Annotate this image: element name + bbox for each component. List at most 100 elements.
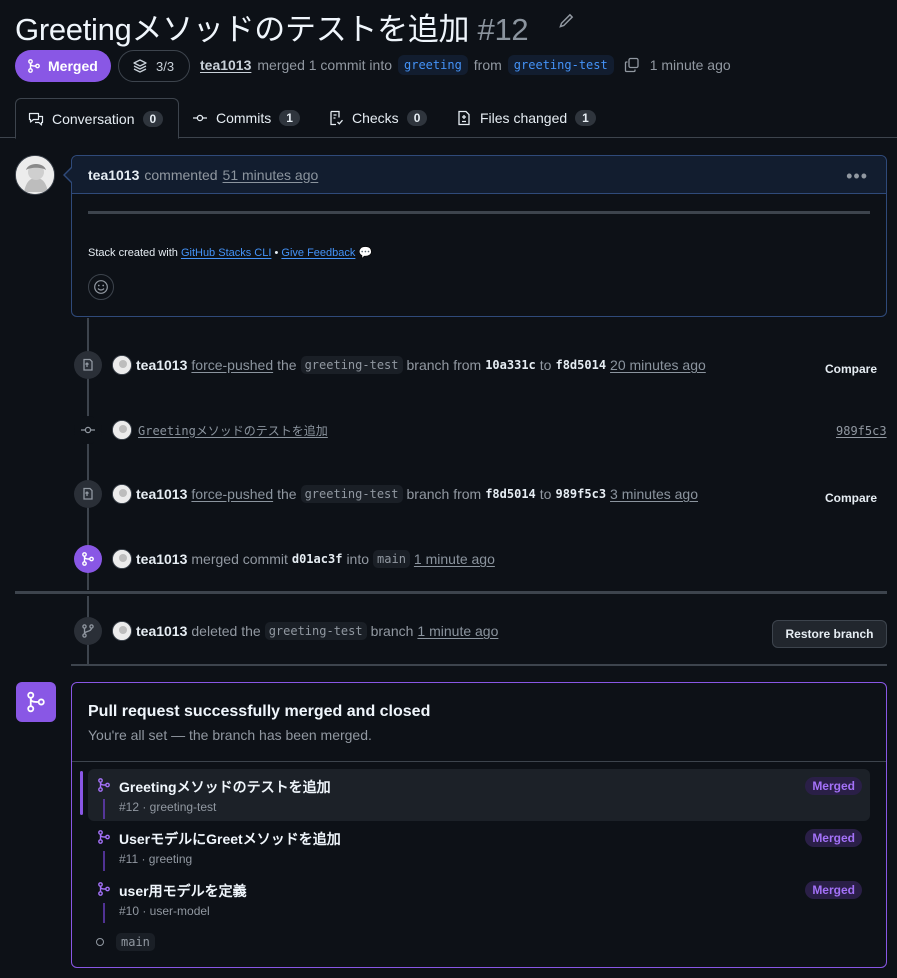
event-time[interactable]: 1 minute ago	[417, 623, 498, 639]
merge-sha[interactable]: d01ac3f	[292, 552, 343, 566]
tab-conversation[interactable]: Conversation 0	[15, 98, 179, 139]
event-author[interactable]: tea1013	[136, 551, 187, 567]
stack-item-sub: #11 · greeting	[119, 852, 193, 866]
merge-title: Pull request successfully merged and clo…	[88, 703, 431, 720]
head-branch[interactable]: greeting-test	[507, 55, 614, 75]
merge-icon	[98, 882, 110, 896]
the-text: the	[277, 486, 297, 502]
mini-avatar[interactable]	[112, 420, 132, 440]
branch-name[interactable]: greeting-test	[300, 485, 403, 503]
tab-files-changed-label: Files changed	[480, 110, 568, 126]
smiley-icon	[94, 280, 108, 294]
restore-branch-button[interactable]: Restore branch	[772, 620, 887, 648]
merge-time: 1 minute ago	[649, 57, 731, 73]
timeline-divider	[15, 591, 887, 594]
base-dot-icon	[96, 938, 104, 946]
add-reaction-button[interactable]	[88, 274, 114, 300]
merge-status-icon	[16, 682, 56, 722]
event-time[interactable]: 1 minute ago	[414, 551, 495, 567]
tab-files-changed[interactable]: Files changed 1	[444, 98, 608, 138]
base-branch-tag[interactable]: main	[116, 933, 155, 951]
mini-avatar[interactable]	[112, 549, 132, 569]
pencil-icon[interactable]	[557, 12, 575, 30]
comment-header: tea1013 commented 51 minutes ago •••	[72, 156, 886, 194]
merged-badge: Merged	[805, 881, 862, 899]
force-push-icon	[74, 480, 102, 508]
speech-bubble-icon: 💬	[358, 247, 373, 259]
event-author[interactable]: tea1013	[136, 486, 187, 502]
timeline-force-push-2: tea1013 force-pushed the greeting-test b…	[112, 484, 698, 504]
commit-message-link[interactable]: Greetingメソッドのテストを追加	[138, 422, 328, 439]
merge-icon	[98, 830, 110, 844]
tab-files-changed-count: 1	[575, 110, 596, 126]
stack-connector	[103, 799, 105, 819]
to-sha[interactable]: f8d5014	[555, 358, 606, 372]
comment-time[interactable]: 51 minutes ago	[223, 167, 319, 183]
base-branch[interactable]: greeting	[398, 55, 468, 75]
comment-author[interactable]: tea1013	[88, 167, 139, 183]
pr-number: #12	[477, 12, 529, 47]
stack-item-title[interactable]: Greetingメソッドのテストを追加	[119, 777, 331, 797]
kebab-menu-icon[interactable]: •••	[846, 166, 868, 187]
stack-connector	[103, 851, 105, 871]
comment-box: tea1013 commented 51 minutes ago ••• Sta…	[71, 155, 887, 317]
stack-item-sub: #10 · user-model	[119, 904, 210, 918]
mini-avatar[interactable]	[112, 484, 132, 504]
from-sha[interactable]: 10a331c	[485, 358, 536, 372]
branch-name[interactable]: greeting-test	[264, 622, 367, 640]
mini-avatar[interactable]	[112, 355, 132, 375]
compare-button[interactable]: Compare	[825, 491, 877, 505]
stack-item-sub: #12 · greeting-test	[119, 800, 217, 814]
tab-conversation-label: Conversation	[52, 110, 135, 127]
stack-item-title[interactable]: user用モデルを定義	[119, 881, 247, 901]
mini-avatar[interactable]	[112, 621, 132, 641]
avatar[interactable]	[15, 155, 55, 195]
comment-discussion-icon	[28, 112, 44, 126]
merged-commit-text: merged commit	[191, 551, 288, 567]
tab-commits[interactable]: Commits 1	[180, 98, 312, 138]
force-pushed-link[interactable]: force-pushed	[191, 357, 273, 373]
stack-item-current[interactable]: Greetingメソッドのテストを追加 #12 · greeting-test …	[80, 769, 870, 821]
page-title: Greetingメソッドのテストを追加 #12	[15, 4, 529, 49]
branch-name[interactable]: main	[373, 550, 410, 568]
commit-sha-link[interactable]: 989f5c3	[836, 424, 887, 438]
tab-commits-count: 1	[279, 110, 300, 126]
merged-badge: Merged	[805, 829, 862, 847]
stack-item[interactable]: UserモデルにGreetメソッドを追加 #11 · greeting Merg…	[88, 821, 870, 873]
commit-icon	[74, 416, 102, 444]
stack-selector[interactable]: 3/3	[118, 50, 190, 82]
stack-item-title[interactable]: UserモデルにGreetメソッドを追加	[119, 829, 341, 849]
event-author[interactable]: tea1013	[136, 357, 187, 373]
event-time[interactable]: 3 minutes ago	[610, 486, 698, 502]
avatar-image	[16, 156, 54, 194]
git-branch-icon	[74, 617, 102, 645]
stack-icon	[133, 59, 147, 73]
merged-label: Merged	[48, 58, 98, 74]
checklist-icon	[330, 110, 343, 126]
merge-icon	[98, 778, 110, 792]
merge-icon	[74, 545, 102, 573]
force-pushed-link[interactable]: force-pushed	[191, 486, 273, 502]
branch-from-text: branch from	[406, 486, 482, 502]
stack-connector	[103, 903, 105, 923]
copy-icon[interactable]	[624, 57, 640, 73]
event-time[interactable]: 20 minutes ago	[610, 357, 706, 373]
to-sha[interactable]: 989f5c3	[555, 487, 606, 501]
stack-note: Stack created with GitHub Stacks CLI • G…	[88, 246, 372, 259]
comment-caret-inner	[65, 168, 72, 182]
author-link[interactable]: tea1013	[200, 57, 251, 73]
merge-icon	[28, 59, 40, 73]
feedback-link[interactable]: Give Feedback	[281, 247, 355, 259]
stacks-cli-link[interactable]: GitHub Stacks CLI	[181, 247, 271, 259]
event-author[interactable]: tea1013	[136, 623, 187, 639]
tab-checks[interactable]: Checks 0	[316, 98, 439, 138]
comment-divider	[88, 211, 870, 214]
timeline-commit: Greetingメソッドのテストを追加	[112, 420, 328, 440]
comment-action: commented	[144, 166, 218, 183]
stack-count: 3/3	[156, 58, 175, 74]
from-sha[interactable]: f8d5014	[485, 487, 536, 501]
compare-button[interactable]: Compare	[825, 362, 877, 376]
branch-name[interactable]: greeting-test	[300, 356, 403, 374]
force-push-icon	[74, 351, 102, 379]
stack-item[interactable]: user用モデルを定義 #10 · user-model Merged	[88, 873, 870, 925]
